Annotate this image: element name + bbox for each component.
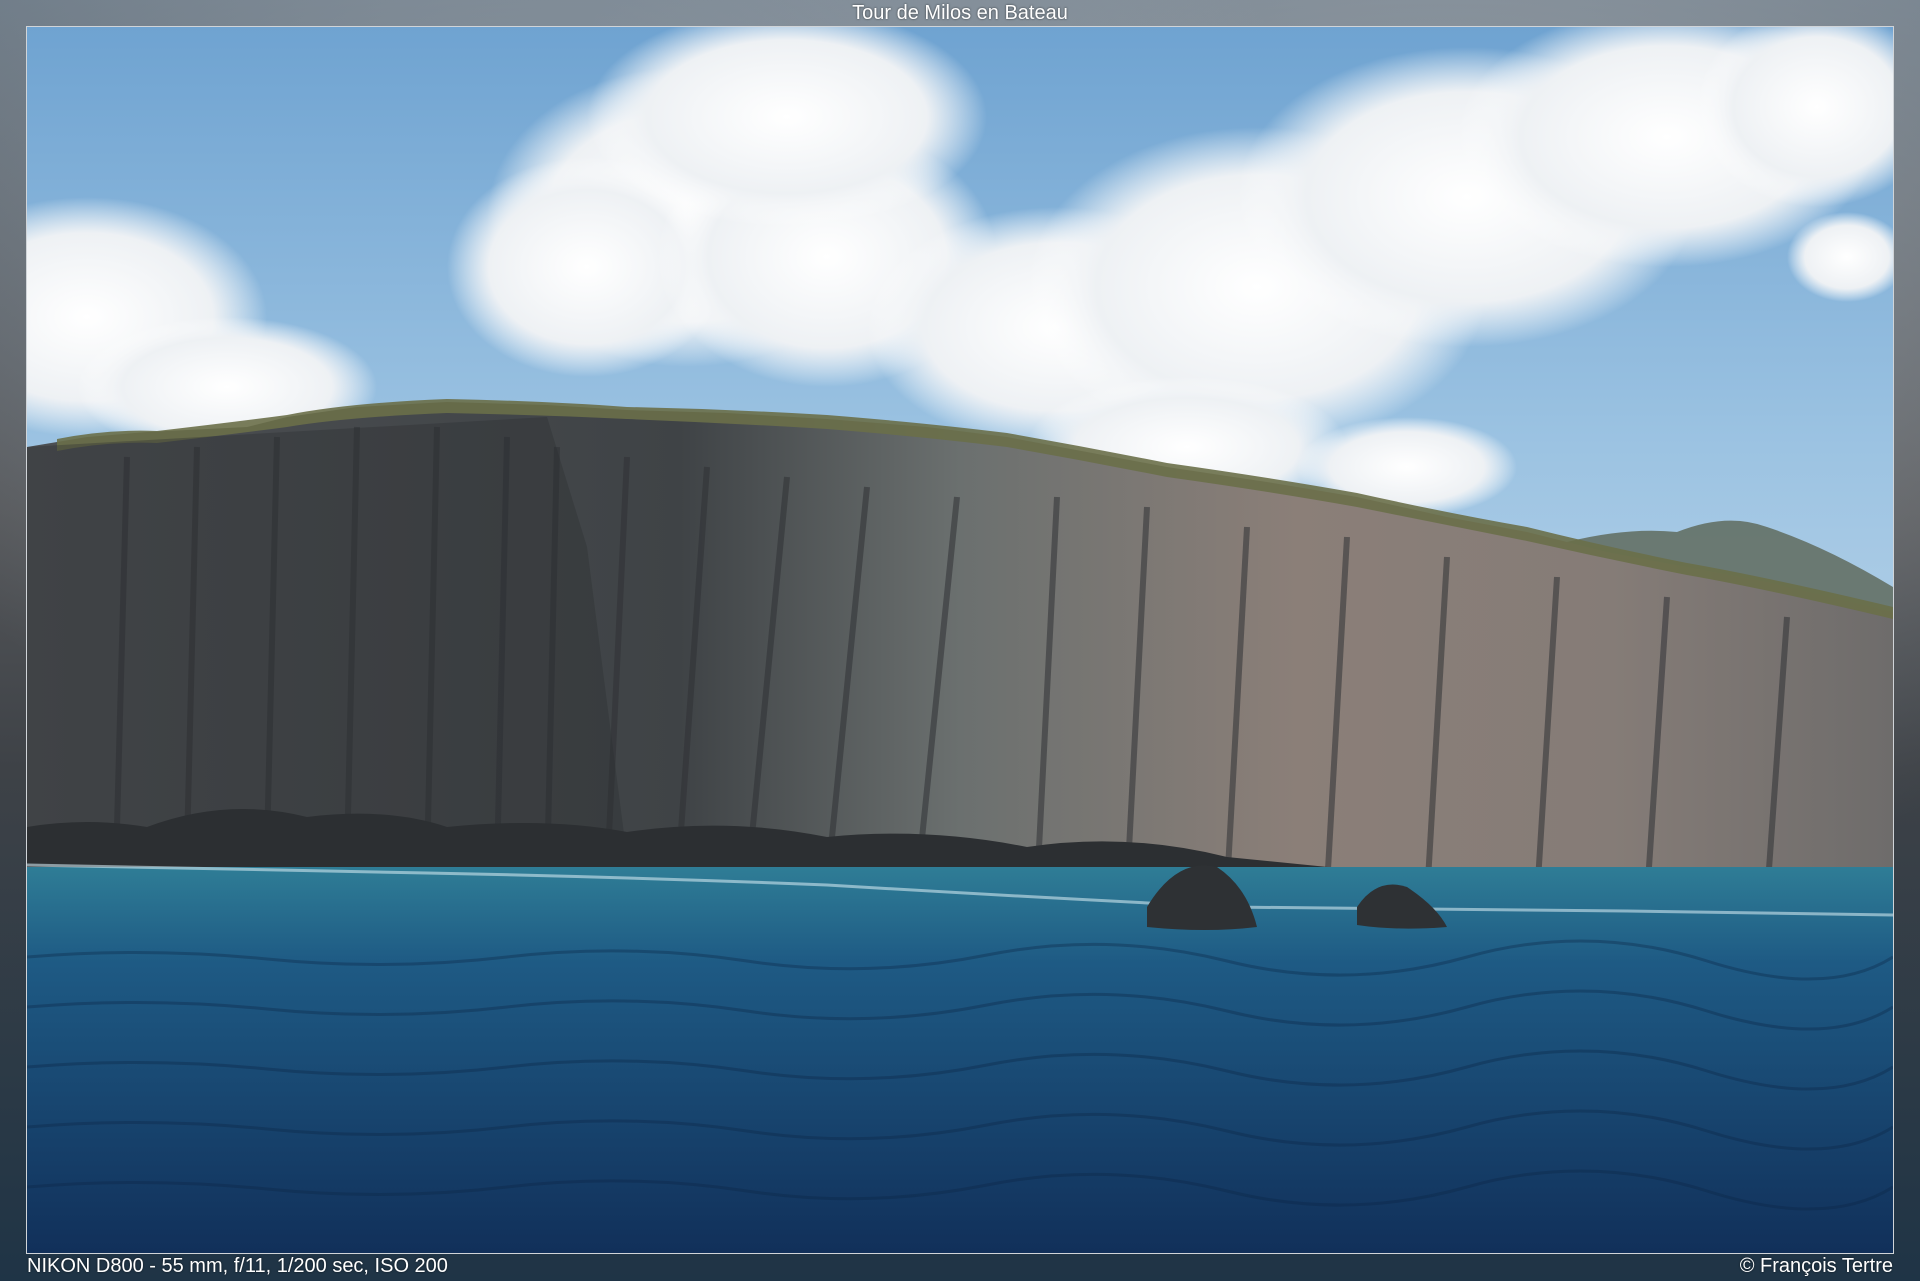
coastal-cliff-photo[interactable]: [26, 26, 1894, 1254]
photo-title: Tour de Milos en Bateau: [852, 2, 1068, 24]
photo-canvas: [27, 27, 1893, 1253]
cliff-shadow: [27, 417, 627, 877]
sea: [27, 867, 1893, 1253]
copyright-caption: © François Tertre: [1739, 1255, 1893, 1277]
exif-caption: NIKON D800 - 55 mm, f/11, 1/200 sec, ISO…: [27, 1255, 448, 1277]
